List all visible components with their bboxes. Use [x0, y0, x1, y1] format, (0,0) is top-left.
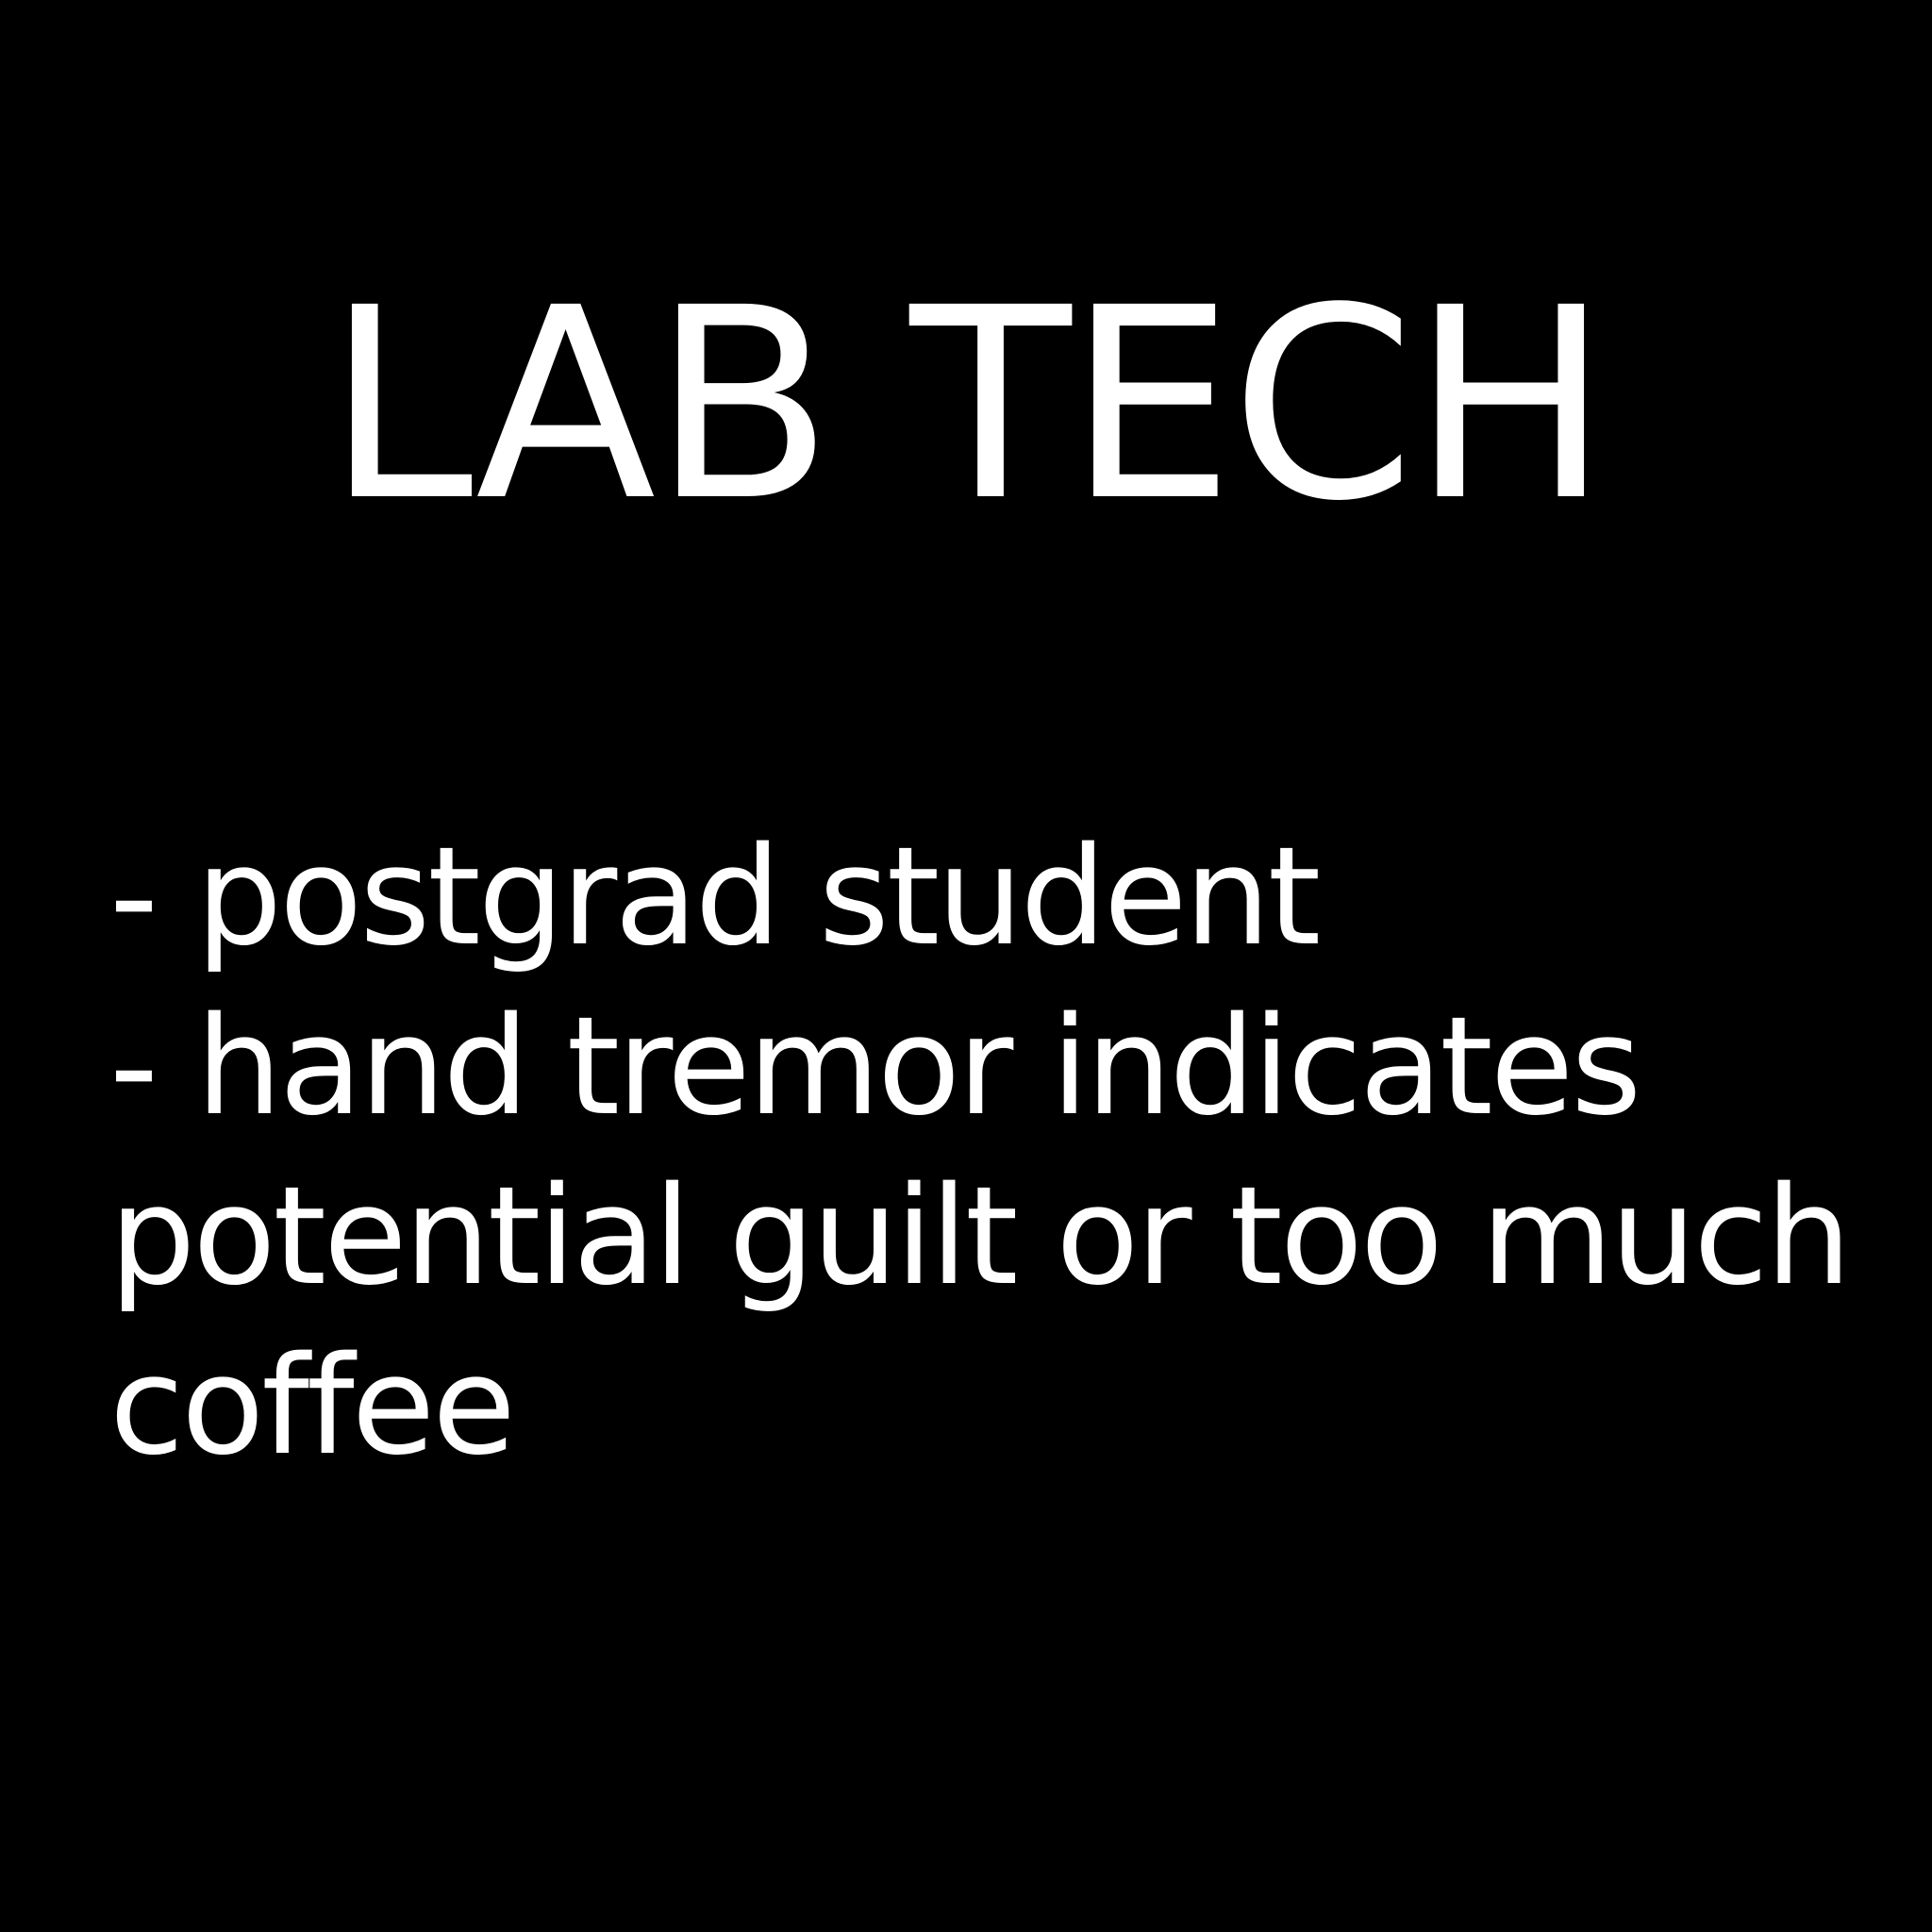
character-notes: - postgrad student - hand tremor indicat…	[109, 811, 1864, 1491]
card-title: LAB TECH	[325, 252, 1609, 559]
character-card: LAB TECH - postgrad student - hand tremo…	[0, 0, 1932, 1932]
note-item: - hand tremor indicates potential guilt …	[109, 987, 1852, 1485]
note-item: - postgrad student	[109, 817, 1321, 975]
